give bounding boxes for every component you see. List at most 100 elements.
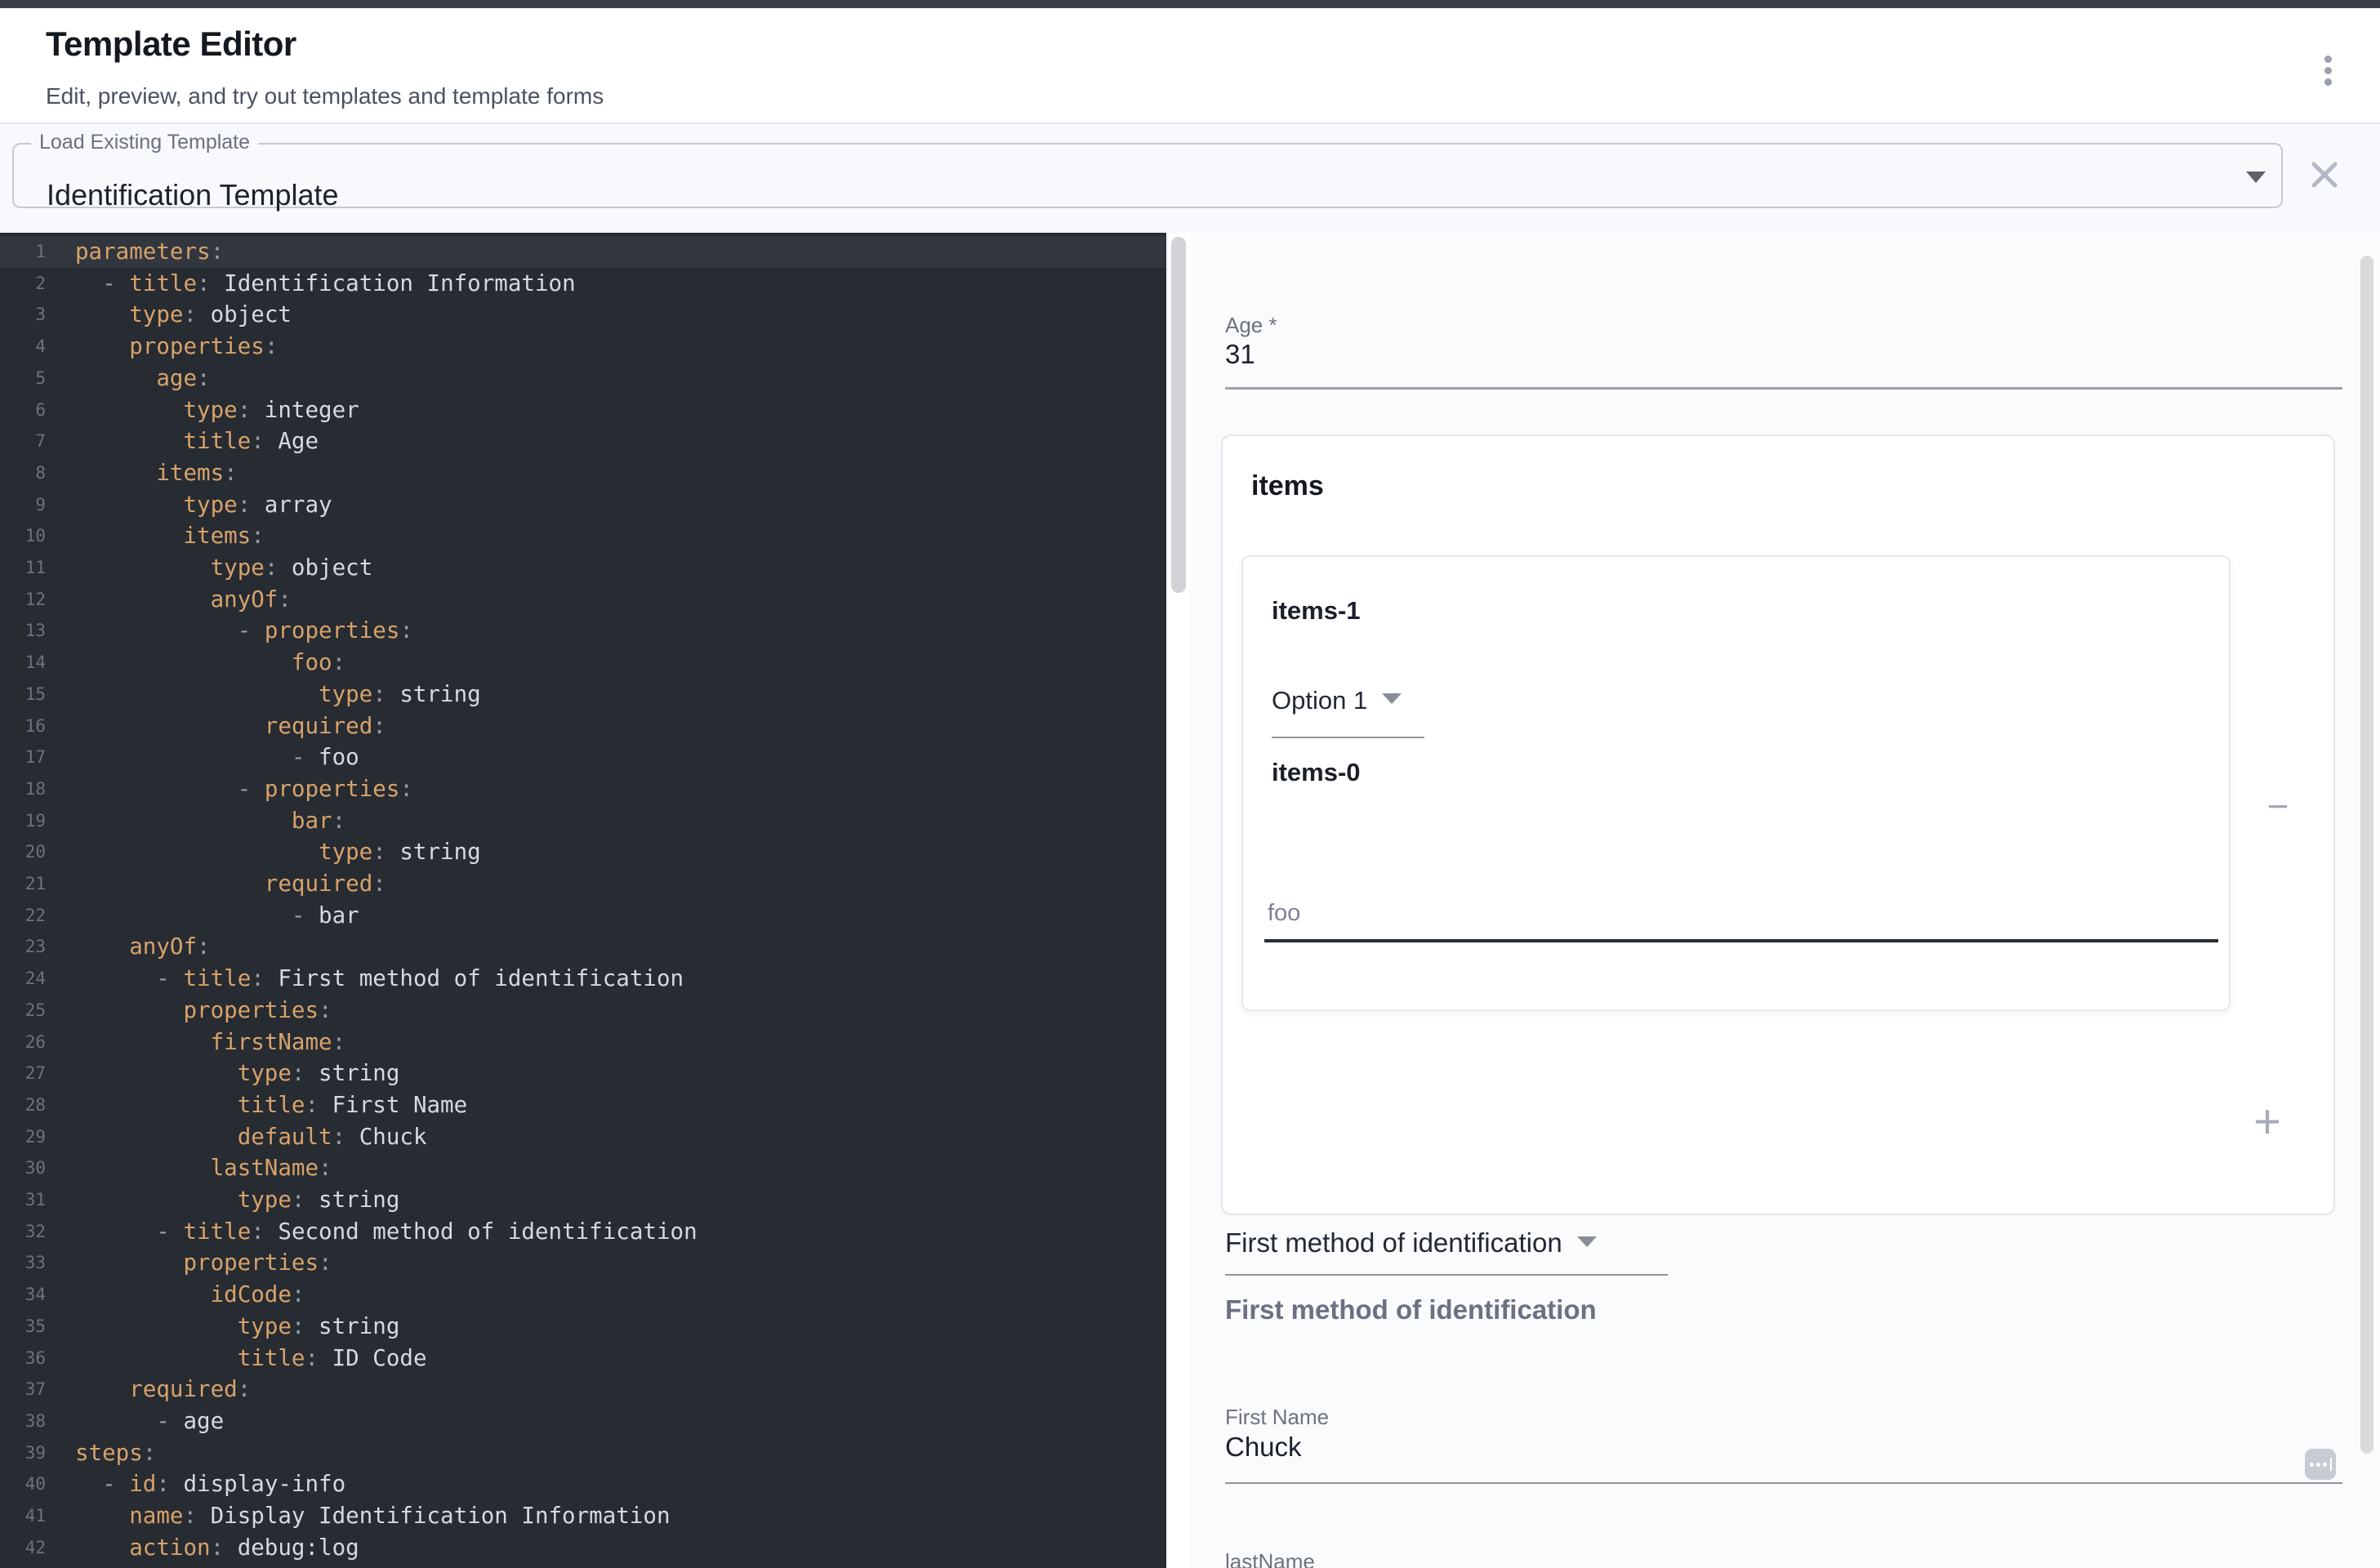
code-text: items:: [75, 520, 265, 552]
method-select[interactable]: First method of identification: [1225, 1227, 1597, 1258]
age-input[interactable]: [1225, 339, 2287, 370]
kebab-dot-icon: [2324, 78, 2332, 86]
line-number: 10: [0, 520, 46, 552]
code-line[interactable]: 25 properties:: [0, 995, 1166, 1027]
line-number: 12: [0, 584, 46, 616]
line-number: 35: [0, 1311, 46, 1343]
code-text: properties:: [75, 331, 278, 363]
overflow-menu-button[interactable]: [2310, 46, 2346, 95]
template-loader-section: Identification Template Load Existing Te…: [0, 124, 2380, 233]
code-line[interactable]: 3 type: object: [0, 299, 1166, 331]
code-line[interactable]: 1parameters:: [0, 236, 1166, 268]
code-line[interactable]: 36 title: ID Code: [0, 1343, 1166, 1374]
code-line[interactable]: 7 title: Age: [0, 425, 1166, 457]
line-number: 26: [0, 1027, 46, 1058]
caret-down-icon: [1382, 693, 1402, 704]
line-number: 28: [0, 1089, 46, 1121]
line-number: 30: [0, 1152, 46, 1184]
yaml-code-editor[interactable]: 1parameters:2 - title: Identification In…: [0, 233, 1166, 1568]
code-text: type: string: [75, 1058, 399, 1089]
code-line[interactable]: 5 age:: [0, 363, 1166, 394]
last-name-label: lastName: [1225, 1549, 1315, 1568]
code-text: type: object: [75, 299, 292, 331]
line-number: 25: [0, 995, 46, 1027]
autofill-dot-icon: [2316, 1463, 2320, 1467]
code-line[interactable]: 21 required:: [0, 868, 1166, 900]
line-number: 6: [0, 394, 46, 426]
line-number: 33: [0, 1247, 46, 1279]
code-line[interactable]: 14 foo:: [0, 647, 1166, 679]
code-line[interactable]: 19 bar:: [0, 805, 1166, 837]
code-line[interactable]: 6 type: integer: [0, 394, 1166, 426]
line-number: 20: [0, 836, 46, 868]
code-line[interactable]: 22 - bar: [0, 900, 1166, 932]
code-text: parameters:: [75, 236, 224, 268]
clear-template-button[interactable]: [2310, 160, 2339, 189]
code-line[interactable]: 16 required:: [0, 710, 1166, 742]
chevron-down-icon[interactable]: [2246, 172, 2266, 183]
editor-scrollbar[interactable]: [1171, 237, 1186, 593]
code-line[interactable]: 24 - title: First method of identificati…: [0, 963, 1166, 995]
code-line[interactable]: 34 idCode:: [0, 1279, 1166, 1311]
code-text: properties:: [75, 995, 332, 1027]
add-item-button[interactable]: +: [2241, 1096, 2293, 1148]
x-icon: [2310, 160, 2339, 189]
code-line[interactable]: 4 properties:: [0, 331, 1166, 363]
code-text: type: integer: [75, 394, 359, 426]
line-number: 23: [0, 931, 46, 963]
code-line[interactable]: 35 type: string: [0, 1311, 1166, 1343]
variant-select-value: Option 1: [1272, 686, 1367, 715]
form-preview-panel: Age * items items-1 Option 1 items-0 − +…: [1190, 233, 2380, 1568]
line-number: 21: [0, 868, 46, 900]
code-line[interactable]: 11 type: object: [0, 552, 1166, 584]
code-text: properties:: [75, 1247, 332, 1279]
code-line[interactable]: 20 type: string: [0, 836, 1166, 868]
line-number: 41: [0, 1500, 46, 1532]
age-field-label: Age *: [1225, 313, 1277, 338]
code-text: idCode:: [75, 1279, 305, 1311]
variant-select[interactable]: Option 1: [1272, 686, 1402, 715]
kebab-dot-icon: [2324, 56, 2332, 63]
line-number: 34: [0, 1279, 46, 1311]
code-line[interactable]: 8 items:: [0, 457, 1166, 489]
code-line[interactable]: 26 firstName:: [0, 1027, 1166, 1058]
code-line[interactable]: 41 name: Display Identification Informat…: [0, 1500, 1166, 1532]
code-text: action: debug:log: [75, 1532, 359, 1564]
code-line[interactable]: 42 action: debug:log: [0, 1532, 1166, 1564]
code-line[interactable]: 33 properties:: [0, 1247, 1166, 1279]
code-text: bar:: [75, 805, 345, 837]
page-title: Template Editor: [46, 24, 296, 64]
code-line[interactable]: 39steps:: [0, 1437, 1166, 1469]
code-line[interactable]: 40 - id: display-info: [0, 1468, 1166, 1500]
first-name-input[interactable]: [1225, 1432, 2271, 1463]
code-line[interactable]: 18 - properties:: [0, 773, 1166, 805]
code-line[interactable]: 10 items:: [0, 520, 1166, 552]
code-line[interactable]: 12 anyOf:: [0, 584, 1166, 616]
remove-item-button[interactable]: −: [2253, 782, 2302, 831]
browser-autofill-icon[interactable]: [2305, 1449, 2336, 1480]
line-number: 38: [0, 1405, 46, 1437]
item-title: items-1: [1272, 596, 1361, 626]
code-line[interactable]: 13 - properties:: [0, 615, 1166, 647]
line-number: 42: [0, 1532, 46, 1564]
code-line[interactable]: 31 type: string: [0, 1184, 1166, 1216]
code-line[interactable]: 2 - title: Identification Information: [0, 268, 1166, 300]
code-line[interactable]: 32 - title: Second method of identificat…: [0, 1216, 1166, 1248]
code-line[interactable]: 29 default: Chuck: [0, 1121, 1166, 1153]
code-line[interactable]: 9 type: array: [0, 489, 1166, 521]
code-line[interactable]: 27 type: string: [0, 1058, 1166, 1089]
code-line[interactable]: 28 title: First Name: [0, 1089, 1166, 1121]
age-input-underline: [1225, 387, 2342, 390]
code-line[interactable]: 30 lastName:: [0, 1152, 1166, 1184]
load-existing-template-label: Load Existing Template: [31, 131, 258, 154]
page-scrollbar[interactable]: [2360, 256, 2373, 1454]
code-line[interactable]: 17 - foo: [0, 742, 1166, 773]
load-existing-template-select[interactable]: Identification Template: [12, 143, 2283, 208]
code-line[interactable]: 23 anyOf:: [0, 931, 1166, 963]
code-line[interactable]: 38 - age: [0, 1405, 1166, 1437]
line-number: 31: [0, 1184, 46, 1216]
code-line[interactable]: 15 type: string: [0, 679, 1166, 710]
foo-input[interactable]: [1268, 900, 2199, 927]
line-number: 5: [0, 363, 46, 394]
code-line[interactable]: 37 required:: [0, 1374, 1166, 1405]
